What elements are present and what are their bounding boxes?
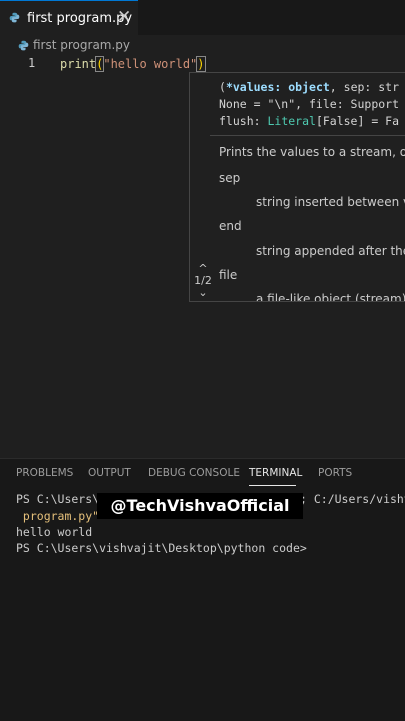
param-name: sep bbox=[219, 171, 241, 185]
tab-ports[interactable]: PORTS bbox=[318, 467, 352, 479]
code-string-token: "hello world" bbox=[103, 57, 198, 71]
overload-navigator: ^ 1/2 ⌄ bbox=[190, 263, 216, 301]
line-number: 1 bbox=[28, 56, 36, 70]
terminal-prompt[interactable]: PS C:\Users\vishvajit\Desktop\python cod… bbox=[16, 541, 307, 555]
watermark-label: @TechVishvaOfficial bbox=[97, 493, 303, 519]
param-name: end bbox=[219, 219, 242, 233]
terminal-line[interactable]: program.py" bbox=[16, 509, 99, 523]
active-tab-indicator bbox=[249, 485, 296, 486]
signature-text: (*values: object, sep: str None = "\n", … bbox=[219, 79, 399, 130]
param-name: file bbox=[219, 268, 238, 282]
tab-debug-console[interactable]: DEBUG CONSOLE bbox=[148, 467, 240, 479]
tab-problems[interactable]: PROBLEMS bbox=[16, 467, 73, 479]
close-icon[interactable]: ✕ bbox=[117, 7, 131, 27]
sig-part: flush: bbox=[219, 114, 268, 128]
tab-output[interactable]: OUTPUT bbox=[88, 467, 131, 479]
sig-type: Literal bbox=[267, 114, 316, 128]
chevron-down-icon[interactable]: ⌄ bbox=[190, 287, 216, 299]
divider bbox=[210, 135, 405, 136]
python-file-icon bbox=[18, 40, 29, 51]
breadcrumb-file-label: first program.py bbox=[33, 38, 131, 52]
sig-part: [False] = Fa bbox=[315, 114, 400, 128]
terminal-line[interactable]: PS C:\Users\v bbox=[16, 492, 106, 506]
param-desc: string appended after the bbox=[256, 244, 405, 258]
param-desc: a file-like object (stream); d bbox=[256, 292, 405, 302]
code-close-paren: ) bbox=[196, 56, 206, 72]
param-desc: string inserted between va bbox=[256, 195, 405, 209]
sig-line-2: None = "\n", file: Support bbox=[219, 97, 400, 111]
terminal-output-line[interactable]: hello world bbox=[16, 525, 92, 539]
editor-tab-bar: first program.py ✕ bbox=[0, 0, 405, 35]
text-cursor bbox=[204, 56, 206, 70]
code-line-1[interactable]: print("hello world") bbox=[60, 56, 206, 72]
sig-active-param: *values: object bbox=[225, 80, 330, 94]
sig-part: , sep: str bbox=[329, 80, 400, 94]
sig-part: ( bbox=[219, 80, 226, 94]
doc-description: Prints the values to a stream, or t bbox=[219, 145, 405, 159]
code-function-token: print bbox=[60, 57, 97, 71]
python-file-icon bbox=[9, 12, 20, 23]
signature-help-popup[interactable]: (*values: object, sep: str None = "\n", … bbox=[189, 72, 405, 302]
tab-first-program[interactable]: first program.py ✕ bbox=[0, 0, 138, 35]
terminal-line-path[interactable]: ; C:/Users/vishv bbox=[300, 492, 405, 506]
tab-terminal[interactable]: TERMINAL bbox=[249, 467, 302, 479]
